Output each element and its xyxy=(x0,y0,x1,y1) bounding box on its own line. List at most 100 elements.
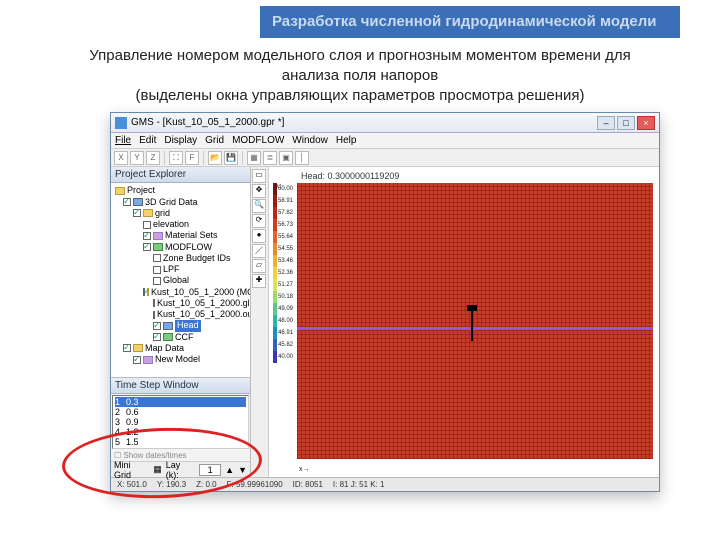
layer-input[interactable] xyxy=(199,464,221,476)
tree-item[interactable]: Kust_10_05_1_2000.out xyxy=(157,309,250,320)
checkbox-icon[interactable] xyxy=(153,299,155,307)
menu-help[interactable]: Help xyxy=(336,135,357,146)
menu-window[interactable]: Window xyxy=(292,135,328,146)
slide-caption: Управление номером модельного слоя и про… xyxy=(0,44,720,113)
tree-root[interactable]: Project xyxy=(127,185,155,196)
timestep-row[interactable]: 10.3 xyxy=(115,397,246,407)
checkbox-icon[interactable] xyxy=(153,277,161,285)
plot-viewport[interactable]: Head: 0.3000000119209 60.0058.9157.8256.… xyxy=(269,167,659,477)
toolbar-y-icon[interactable]: Y xyxy=(130,151,144,165)
tree-item[interactable]: New Model xyxy=(155,354,200,365)
tree-item[interactable]: Kust_10_05_1_2000 (MODF xyxy=(151,287,250,298)
modflow-icon xyxy=(153,243,163,251)
checkbox-icon[interactable] xyxy=(133,356,141,364)
folder-icon xyxy=(115,187,125,195)
minigrid-thumb: ▦ xyxy=(153,464,162,475)
app-icon xyxy=(115,117,127,129)
toolbar-save-icon[interactable]: 💾 xyxy=(224,151,238,165)
toolbar-cube-icon[interactable]: ▣ xyxy=(279,151,293,165)
checkbox-icon[interactable] xyxy=(123,344,131,352)
tree-item[interactable]: Kust_10_05_1_2000.glo xyxy=(157,298,250,309)
checkbox-icon[interactable] xyxy=(153,333,161,341)
x-axis-label: x→ xyxy=(299,466,310,473)
color-legend: 60.0058.9157.8256.7355.6454.5553.4652.36… xyxy=(273,183,293,363)
menu-grid[interactable]: Grid xyxy=(205,135,224,146)
tree-item[interactable]: MODFLOW xyxy=(165,242,212,253)
tree-item[interactable]: Zone Budget IDs xyxy=(163,253,231,264)
model-icon xyxy=(143,356,153,364)
timestep-row[interactable]: 20.6 xyxy=(115,407,246,417)
grid-icon xyxy=(143,209,153,217)
minigrid-label: Mini Grid xyxy=(114,460,149,480)
timestep-row[interactable]: 41.2 xyxy=(115,427,246,437)
toolbar-well-icon[interactable]: │ xyxy=(295,151,309,165)
tree-item[interactable]: CCF xyxy=(175,332,194,343)
checkbox-icon[interactable] xyxy=(153,322,161,330)
checkbox-icon[interactable] xyxy=(123,198,131,206)
tree-item-selected[interactable]: Head xyxy=(175,320,201,331)
checkbox-icon[interactable] xyxy=(153,266,161,274)
caption-line3: (выделены окна управляющих параметров пр… xyxy=(135,87,584,104)
tree-item[interactable]: Material Sets xyxy=(165,230,218,241)
toolbar-frame-icon[interactable]: F xyxy=(185,151,199,165)
tree-item[interactable]: LPF xyxy=(163,264,180,275)
checkbox-icon[interactable] xyxy=(143,221,151,229)
app-window: GMS - [Kust_10_05_1_2000.gpr *] – □ × Fi… xyxy=(110,112,660,492)
toolbar-layer-icon[interactable]: ≣ xyxy=(263,151,277,165)
point-tool-icon[interactable]: ● xyxy=(252,229,266,243)
checkbox-icon[interactable] xyxy=(153,254,161,262)
plot-title: Head: 0.3000000119209 xyxy=(273,171,655,183)
project-explorer-header: Project Explorer xyxy=(111,167,250,183)
toolbar-open-icon[interactable]: 📂 xyxy=(208,151,222,165)
timestep-header: Time Step Window xyxy=(111,378,250,394)
status-id: ID: 8051 xyxy=(293,480,323,489)
timestep-row[interactable]: 30.9 xyxy=(115,417,246,427)
menu-edit[interactable]: Edit xyxy=(139,135,156,146)
pan-tool-icon[interactable]: ✥ xyxy=(252,184,266,198)
timestep-row[interactable]: 51.5 xyxy=(115,437,246,447)
tree-item[interactable]: Global xyxy=(163,275,189,286)
checkbox-icon[interactable] xyxy=(143,232,151,240)
status-f: F: 59.99961090 xyxy=(227,480,283,489)
timestep-list[interactable]: 10.3 20.6 30.9 41.2 51.5 61.8 72.1 xyxy=(112,395,249,449)
slide-banner: Разработка численной гидродинамической м… xyxy=(260,6,680,38)
toolbar-x-icon[interactable]: X xyxy=(114,151,128,165)
window-title: GMS - [Kust_10_05_1_2000.gpr *] xyxy=(131,117,284,128)
status-z: Z: 0.0 xyxy=(196,480,216,489)
caption-line2: анализа поля напоров xyxy=(282,67,438,84)
maximize-button[interactable]: □ xyxy=(617,116,635,130)
menu-file[interactable]: File xyxy=(115,135,131,146)
poly-tool-icon[interactable]: ▱ xyxy=(252,259,266,273)
checkbox-icon[interactable] xyxy=(143,243,151,251)
plot-area[interactable]: 60.0058.9157.8256.7355.6454.5553.4652.36… xyxy=(297,183,653,459)
checkbox-icon[interactable] xyxy=(133,209,141,217)
tree-item[interactable]: elevation xyxy=(153,219,189,230)
toolbar-fullscreen-icon[interactable]: ⛶ xyxy=(169,151,183,165)
select-tool-icon[interactable]: ▭ xyxy=(252,169,266,183)
toolbar-z-icon[interactable]: Z xyxy=(146,151,160,165)
project-tree[interactable]: Project 3D Grid Data grid elevation Mate… xyxy=(111,183,250,377)
menu-modflow[interactable]: MODFLOW xyxy=(232,135,284,146)
model-grid[interactable] xyxy=(297,183,653,459)
close-button[interactable]: × xyxy=(637,116,655,130)
minimize-button[interactable]: – xyxy=(597,116,615,130)
stepper-down-icon[interactable]: ▼ xyxy=(238,465,247,475)
minigrid-bar: Mini Grid ▦ Lay (k): ▲ ▼ xyxy=(111,461,250,477)
pick-tool-icon[interactable]: ✚ xyxy=(252,274,266,288)
timestep-panel: Time Step Window 10.3 20.6 30.9 41.2 51.… xyxy=(111,377,250,461)
checkbox-icon[interactable] xyxy=(143,288,145,296)
checkbox-icon[interactable] xyxy=(153,311,155,319)
toolbar-grid-icon[interactable]: ▦ xyxy=(247,151,261,165)
rotate-tool-icon[interactable]: ⟳ xyxy=(252,214,266,228)
vertical-toolbar: ▭ ✥ 🔍 ⟳ ● ／ ▱ ✚ xyxy=(251,167,269,477)
menu-display[interactable]: Display xyxy=(164,135,197,146)
tree-item[interactable]: grid xyxy=(155,208,170,219)
titlebar[interactable]: GMS - [Kust_10_05_1_2000.gpr *] – □ × xyxy=(111,113,659,133)
line-tool-icon[interactable]: ／ xyxy=(252,244,266,258)
tree-item[interactable]: 3D Grid Data xyxy=(145,197,198,208)
status-ijk: I: 81 J: 51 K: 1 xyxy=(333,480,385,489)
zoom-tool-icon[interactable]: 🔍 xyxy=(252,199,266,213)
stepper-up-icon[interactable]: ▲ xyxy=(225,465,234,475)
tree-item[interactable]: Map Data xyxy=(145,343,184,354)
timestep-row[interactable]: 61.8 xyxy=(115,447,246,449)
